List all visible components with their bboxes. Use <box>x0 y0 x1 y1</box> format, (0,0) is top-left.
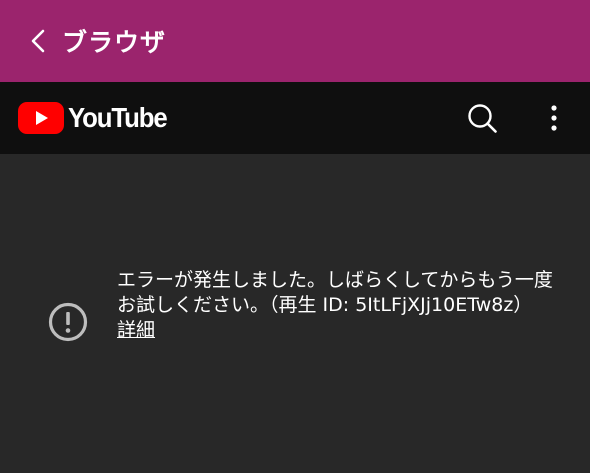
youtube-header: YouTube <box>0 82 590 154</box>
error-outline-icon <box>48 302 88 342</box>
search-icon <box>468 104 497 133</box>
search-button[interactable] <box>464 100 500 136</box>
youtube-logo-text: YouTube <box>68 102 168 133</box>
chevron-left-icon <box>31 29 45 53</box>
browser-top-bar: ブラウザ <box>0 0 590 82</box>
error-message: エラーが発生しました。しばらくしてからもう一度お試しください。（再生 ID: 5… <box>117 269 553 316</box>
youtube-logo[interactable]: YouTube <box>18 102 175 134</box>
error-message-block: エラーが発生しました。しばらくしてからもう一度お試しください。（再生 ID: 5… <box>117 268 567 343</box>
more-options-button[interactable] <box>537 100 571 136</box>
back-button[interactable] <box>10 0 66 82</box>
details-link[interactable]: 詳細 <box>117 318 155 343</box>
more-vert-icon <box>551 105 557 131</box>
top-bar-title: ブラウザ <box>62 28 167 57</box>
youtube-play-icon <box>18 102 64 134</box>
app-screen: ブラウザ YouTube エラーが発生しました。しばらくしてからもう一度お試しく… <box>0 0 590 473</box>
